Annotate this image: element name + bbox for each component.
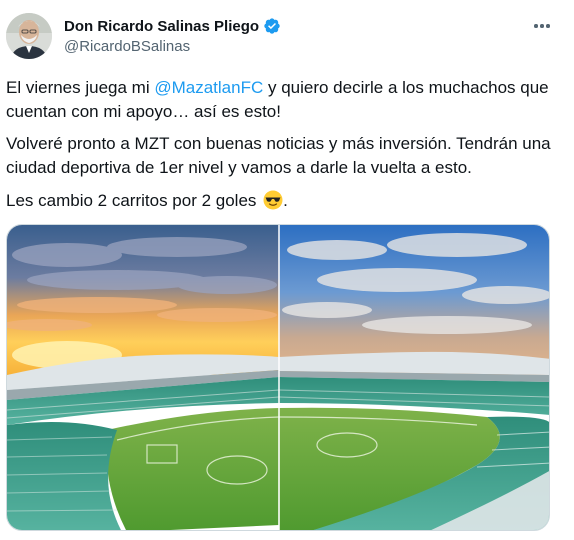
tweet-text-paragraph-2: Volveré pronto a MZT con buenas noticias… — [6, 134, 551, 177]
tweet-text-part: El viernes juega mi — [6, 78, 155, 97]
author-avatar[interactable] — [6, 13, 52, 59]
tweet-text-paragraph-1: El viernes juega mi @MazatlanFC y quiero… — [6, 76, 566, 124]
tweet[interactable]: Don Ricardo Salinas Pliego @RicardoBSali… — [0, 0, 574, 540]
mention-link[interactable]: @MazatlanFC — [154, 78, 263, 97]
author-handle[interactable]: @RicardoBSalinas — [64, 38, 190, 55]
verified-badge-icon — [263, 17, 281, 35]
tweet-text-paragraph-3: Les cambio 2 carritos por 2 goles . — [6, 189, 566, 213]
tweet-text-part: Les cambio 2 carritos por 2 goles — [6, 191, 257, 210]
tweet-text-part: . — [283, 191, 288, 210]
stadium-photo[interactable] — [6, 224, 550, 531]
more-options-icon[interactable] — [530, 14, 554, 38]
author-name-row[interactable]: Don Ricardo Salinas Pliego — [64, 17, 281, 35]
sunglasses-face-icon — [263, 190, 283, 210]
author-display-name[interactable]: Don Ricardo Salinas Pliego — [64, 18, 259, 35]
